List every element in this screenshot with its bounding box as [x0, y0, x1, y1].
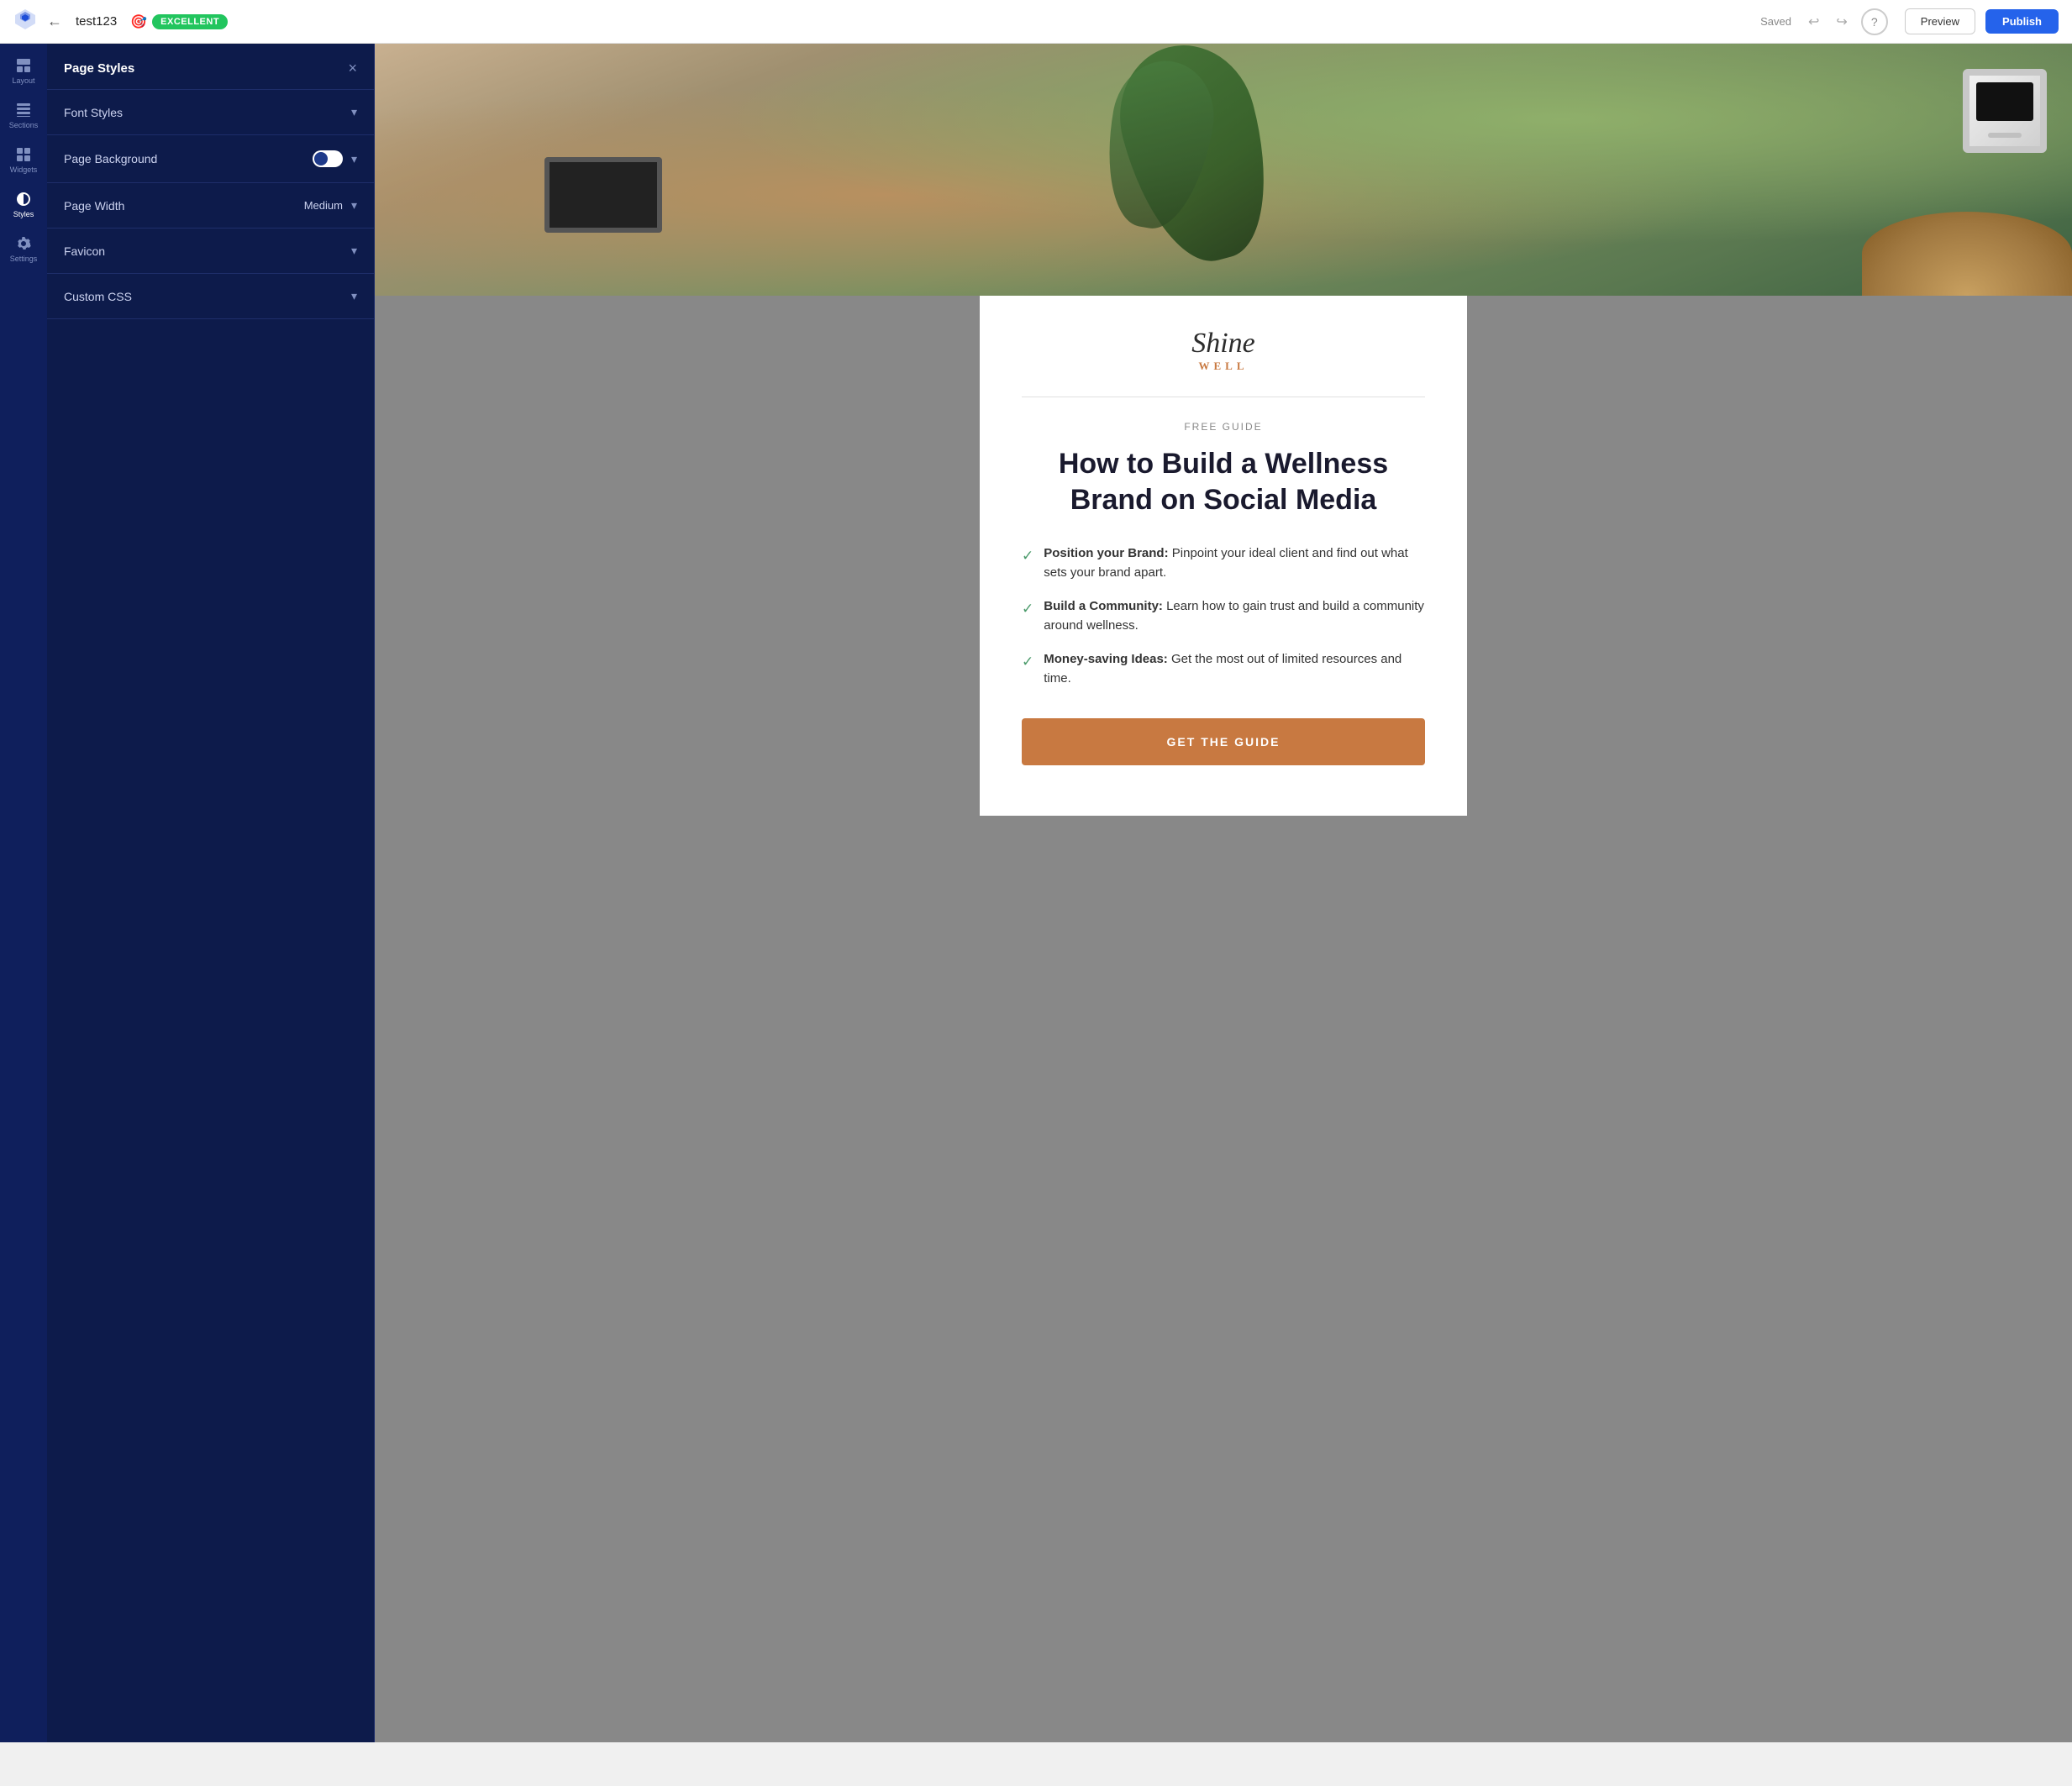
checkmark-icon: ✓ — [1022, 651, 1033, 673]
panel-title: Page Styles — [64, 61, 134, 76]
page-width-section: Page Width Medium ▾ — [47, 183, 374, 229]
page-styles-panel: Page Styles × Font Styles ▾ Page Backgro… — [47, 44, 375, 1742]
help-button[interactable]: ? — [1861, 8, 1888, 35]
topbar: ← test123 🎯 EXCELLENT Saved ↩ ↪ ? Previe… — [0, 0, 2072, 44]
main-layout: Layout Sections Widgets Styles Settings … — [0, 44, 2072, 1742]
sidebar-item-widgets-label: Widgets — [10, 165, 38, 174]
icon-nav: Layout Sections Widgets Styles Settings — [0, 44, 47, 1742]
sidebar-item-sections[interactable]: Sections — [0, 95, 47, 136]
custom-css-section: Custom CSS ▾ — [47, 274, 374, 319]
list-item-text-3: Money-saving Ideas: Get the most out of … — [1044, 650, 1425, 688]
page-width-value: Medium — [304, 199, 343, 212]
panel-header: Page Styles × — [47, 44, 374, 90]
favicon-right: ▾ — [351, 244, 357, 258]
preview-button[interactable]: Preview — [1905, 8, 1975, 34]
page-background-toggle[interactable] — [313, 150, 343, 167]
laptop — [544, 157, 662, 233]
undo-button[interactable]: ↩ — [1805, 10, 1822, 34]
custom-css-row[interactable]: Custom CSS ▾ — [64, 274, 357, 318]
back-button[interactable]: ← — [47, 13, 62, 30]
font-styles-row[interactable]: Font Styles ▾ — [64, 90, 357, 134]
wood-tray — [1862, 212, 2072, 296]
quality-badge: EXCELLENT — [152, 14, 228, 29]
font-styles-chevron-icon: ▾ — [351, 105, 357, 119]
landing-logo-main: Shine — [1022, 329, 1425, 358]
favicon-label: Favicon — [64, 244, 105, 258]
sidebar-item-layout[interactable]: Layout — [0, 50, 47, 92]
page-width-right: Medium ▾ — [304, 198, 357, 213]
page-title: test123 — [76, 14, 117, 29]
sidebar-item-layout-label: Layout — [12, 76, 34, 85]
page-background-label: Page Background — [64, 152, 157, 165]
sidebar-item-styles-label: Styles — [13, 210, 34, 218]
landing-list: ✓ Position your Brand: Pinpoint your ide… — [1022, 544, 1425, 688]
panel-close-button[interactable]: × — [348, 60, 357, 76]
landing-card: Shine WELL FREE GUIDE How to Build a Wel… — [980, 296, 1467, 816]
page-width-label: Page Width — [64, 199, 124, 213]
sidebar-item-sections-label: Sections — [9, 121, 39, 129]
list-item: ✓ Position your Brand: Pinpoint your ide… — [1022, 544, 1425, 582]
page-width-chevron-icon: ▾ — [351, 198, 357, 213]
hero-image-inner — [375, 44, 2072, 296]
page-width-row[interactable]: Page Width Medium ▾ — [64, 183, 357, 228]
target-icon: 🎯 — [130, 13, 147, 30]
redo-button[interactable]: ↪ — [1833, 10, 1850, 34]
favicon-row[interactable]: Favicon ▾ — [64, 229, 357, 273]
custom-css-right: ▾ — [351, 289, 357, 303]
coffee-cup-base — [1988, 133, 2022, 138]
font-styles-right: ▾ — [351, 105, 357, 119]
custom-css-chevron-icon: ▾ — [351, 289, 357, 303]
custom-css-label: Custom CSS — [64, 290, 132, 303]
coffee-cup-fill — [1976, 82, 2033, 121]
hero-image — [375, 44, 2072, 296]
list-item: ✓ Build a Community: Learn how to gain t… — [1022, 597, 1425, 635]
favicon-section: Favicon ▾ — [47, 229, 374, 274]
sidebar-item-settings-label: Settings — [10, 255, 38, 263]
checkmark-icon: ✓ — [1022, 598, 1033, 620]
cta-button[interactable]: GET THE GUIDE — [1022, 718, 1425, 765]
page-background-section: Page Background ▾ — [47, 135, 374, 183]
landing-tag: FREE GUIDE — [1022, 421, 1425, 433]
checkmark-icon: ✓ — [1022, 545, 1033, 567]
coffee-cup — [1963, 69, 2047, 153]
landing-logo-sub: WELL — [1022, 360, 1425, 373]
saved-status: Saved — [1760, 15, 1791, 28]
toggle-knob — [314, 152, 328, 165]
favicon-chevron-icon: ▾ — [351, 244, 357, 258]
topbar-logo-icon — [13, 8, 37, 35]
page-background-right: ▾ — [313, 150, 357, 167]
list-item-text-2: Build a Community: Learn how to gain tru… — [1044, 597, 1425, 635]
font-styles-label: Font Styles — [64, 106, 123, 119]
sidebar-item-widgets[interactable]: Widgets — [0, 139, 47, 181]
landing-logo: Shine WELL — [1022, 329, 1425, 373]
quality-badge-wrap: 🎯 EXCELLENT — [130, 13, 228, 30]
page-background-chevron-icon: ▾ — [351, 152, 357, 166]
sidebar-item-settings[interactable]: Settings — [0, 229, 47, 270]
preview-area: Shine WELL FREE GUIDE How to Build a Wel… — [375, 44, 2072, 1742]
list-item: ✓ Money-saving Ideas: Get the most out o… — [1022, 650, 1425, 688]
landing-headline: How to Build a Wellness Brand on Social … — [1022, 446, 1425, 517]
font-styles-section: Font Styles ▾ — [47, 90, 374, 135]
page-background-row[interactable]: Page Background ▾ — [64, 135, 357, 182]
list-item-text-1: Position your Brand: Pinpoint your ideal… — [1044, 544, 1425, 582]
sidebar-item-styles[interactable]: Styles — [0, 184, 47, 225]
publish-button[interactable]: Publish — [1985, 9, 2059, 34]
